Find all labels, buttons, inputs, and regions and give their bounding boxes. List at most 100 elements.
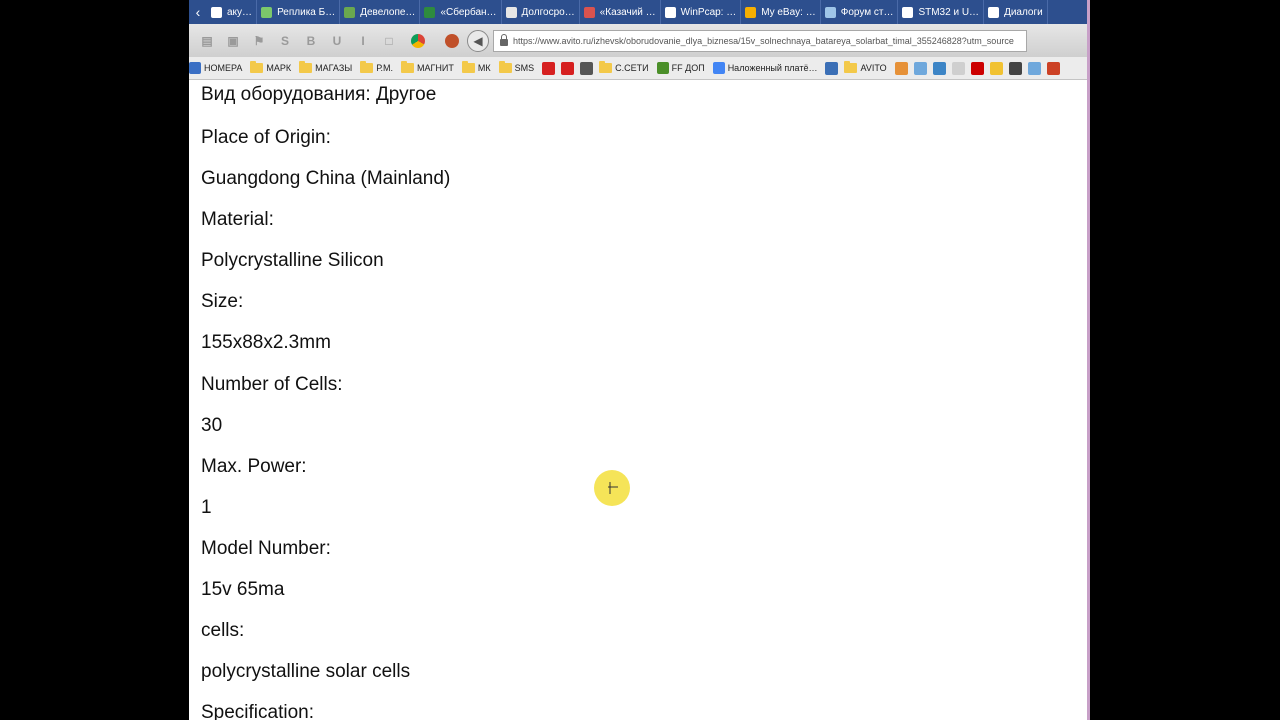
toolbar: ▤ ▣ ⚑ S B U I □ ◀ https://www.avito.ru/i… bbox=[189, 24, 1089, 57]
tab-6[interactable]: «Казачий … bbox=[580, 0, 661, 24]
spec-line: polycrystalline solar cells bbox=[201, 661, 411, 683]
android-icon bbox=[344, 6, 356, 18]
bookmark-label: НОМЕРА bbox=[204, 63, 243, 73]
folder-icon bbox=[844, 61, 858, 73]
bold-icon[interactable]: B bbox=[303, 34, 319, 48]
tab-scroll-left-icon[interactable]: ‹ bbox=[189, 0, 207, 24]
bookmark-item[interactable]: МАРК bbox=[250, 61, 291, 73]
sberbank-icon bbox=[424, 6, 436, 18]
bookmark-icon[interactable] bbox=[1008, 61, 1022, 75]
bookmark-item[interactable]: МАГАЗЫ bbox=[299, 61, 352, 73]
tab-3[interactable]: Девелопе… bbox=[340, 0, 421, 24]
bookmark-item[interactable]: Наложенный платё… bbox=[712, 62, 818, 74]
tab-label: STM32 и U… bbox=[918, 6, 980, 18]
address-bar[interactable]: https://www.avito.ru/izhevsk/oborudovani… bbox=[493, 29, 1027, 52]
bookmark-icon[interactable] bbox=[542, 61, 556, 75]
url-text[interactable]: https://www.avito.ru/izhevsk/oborudovani… bbox=[513, 36, 1014, 46]
folder-icon bbox=[250, 61, 264, 73]
spec-line: Place of Origin: bbox=[201, 127, 331, 148]
bookmarks-bar: НОМЕРА МАРК МАГАЗЫ Р.М. МАГНИТ МК SMS С.СЕТИ FF … bbox=[189, 57, 1089, 80]
bookmark-item[interactable]: AVITO bbox=[844, 61, 887, 73]
tab-label: My eBay: … bbox=[761, 6, 816, 18]
tab-7[interactable]: WinPcap: … bbox=[661, 0, 742, 24]
folder-icon bbox=[299, 61, 313, 73]
bookmark-label: SMS bbox=[514, 63, 535, 73]
extension-icon[interactable] bbox=[445, 33, 459, 48]
strike-icon[interactable]: S bbox=[277, 34, 293, 48]
bookmark-icon[interactable] bbox=[561, 61, 575, 75]
tab-10[interactable]: STM32 и U… bbox=[898, 0, 985, 24]
spec-line: Вид оборудования: Другое bbox=[201, 84, 437, 105]
tab-11[interactable]: Диалоги bbox=[984, 0, 1048, 24]
spec-line: Specification: bbox=[201, 702, 315, 720]
underline-icon[interactable]: U bbox=[329, 34, 345, 48]
save-icon[interactable]: ▣ bbox=[225, 34, 241, 48]
browser-window: ‹ аку… Реплика Б… Девелопе… «Сбербан… До… bbox=[189, 0, 1089, 720]
folder-icon bbox=[360, 61, 374, 73]
tab-2[interactable]: Реплика Б… bbox=[257, 0, 341, 24]
bookmark-icon[interactable] bbox=[913, 61, 927, 75]
bookmark-label: С.СЕТИ bbox=[615, 63, 649, 73]
spec-line: 30 bbox=[201, 414, 223, 436]
tab-8[interactable]: My eBay: … bbox=[741, 0, 821, 24]
italic-icon[interactable]: I bbox=[355, 34, 371, 48]
tab-label: «Казачий … bbox=[599, 6, 656, 18]
bookmark-label: МК bbox=[477, 63, 491, 73]
bookmark-item[interactable]: С.СЕТИ bbox=[599, 61, 649, 73]
spec-line: Polycrystalline Silicon bbox=[201, 250, 384, 272]
bookmark-icon[interactable] bbox=[894, 61, 908, 75]
bookmark-label: FF ДОП bbox=[671, 63, 705, 73]
chrome-icon[interactable] bbox=[411, 33, 425, 48]
bookmark-icon[interactable] bbox=[989, 61, 1003, 75]
tab-label: Долгосро… bbox=[521, 6, 575, 18]
bookmark-label: Наложенный платё… bbox=[727, 63, 818, 73]
bookmark-icon[interactable] bbox=[932, 61, 946, 75]
bookmark-icon[interactable] bbox=[1046, 61, 1060, 75]
folder-icon bbox=[599, 61, 613, 73]
tab-1[interactable]: аку… bbox=[207, 0, 258, 24]
bookmark-icon[interactable]: ⚑ bbox=[251, 34, 267, 48]
bookmark-item[interactable]: МАГНИТ bbox=[401, 61, 454, 73]
bookmark-item[interactable]: Р.М. bbox=[360, 61, 394, 73]
bookmark-item[interactable]: SMS bbox=[498, 61, 535, 73]
tab-label: Реплика Б… bbox=[277, 6, 336, 18]
page-icon bbox=[712, 62, 725, 74]
spec-line: 155x88x2.3mm bbox=[201, 332, 331, 354]
tab-5[interactable]: Долгосро… bbox=[502, 0, 580, 24]
back-button[interactable]: ◀ bbox=[467, 29, 489, 52]
bookmark-icon[interactable] bbox=[1027, 61, 1041, 75]
bookmark-item[interactable]: FF ДОП bbox=[656, 62, 705, 74]
tab-label: аку… bbox=[227, 6, 253, 18]
bookmark-item[interactable]: НОМЕРА bbox=[189, 62, 242, 74]
h-icon bbox=[902, 6, 914, 18]
tab-4[interactable]: «Сбербан… bbox=[420, 0, 502, 24]
bookmark-icon[interactable] bbox=[970, 61, 984, 75]
tab-strip: ‹ аку… Реплика Б… Девелопе… «Сбербан… До… bbox=[189, 0, 1089, 24]
tab-label: Девелопе… bbox=[360, 6, 416, 18]
frame-icon[interactable]: □ bbox=[381, 34, 397, 48]
bookmark-icon[interactable] bbox=[951, 61, 965, 75]
winpcap-icon bbox=[664, 6, 676, 18]
tab-label: WinPcap: … bbox=[680, 6, 737, 18]
spec-line: 1 bbox=[201, 496, 212, 518]
spec-line: Guangdong China (Mainland) bbox=[201, 168, 451, 190]
chat-icon bbox=[988, 6, 1000, 18]
spec-line: Model Number: bbox=[201, 537, 331, 559]
folder-icon bbox=[461, 61, 475, 73]
folder-icon bbox=[401, 61, 415, 73]
bookmark-icon[interactable] bbox=[580, 61, 594, 75]
bookmark-icon[interactable] bbox=[825, 61, 839, 75]
print-icon[interactable]: ▤ bbox=[199, 34, 215, 48]
text-cursor-icon bbox=[608, 482, 618, 494]
page-icon bbox=[656, 62, 669, 74]
spec-line: Size: bbox=[201, 291, 244, 313]
ebay-icon bbox=[745, 6, 757, 18]
arrow-left-icon: ◀ bbox=[473, 33, 483, 48]
bookmark-item[interactable]: МК bbox=[461, 61, 491, 73]
bookmark-label: Р.М. bbox=[376, 63, 394, 73]
spec-line: cells: bbox=[201, 620, 245, 642]
spec-line: Number of Cells: bbox=[201, 373, 343, 395]
tab-9[interactable]: Форум ст… bbox=[821, 0, 899, 24]
tab-label: Форум ст… bbox=[840, 6, 894, 18]
page-icon bbox=[189, 62, 201, 74]
